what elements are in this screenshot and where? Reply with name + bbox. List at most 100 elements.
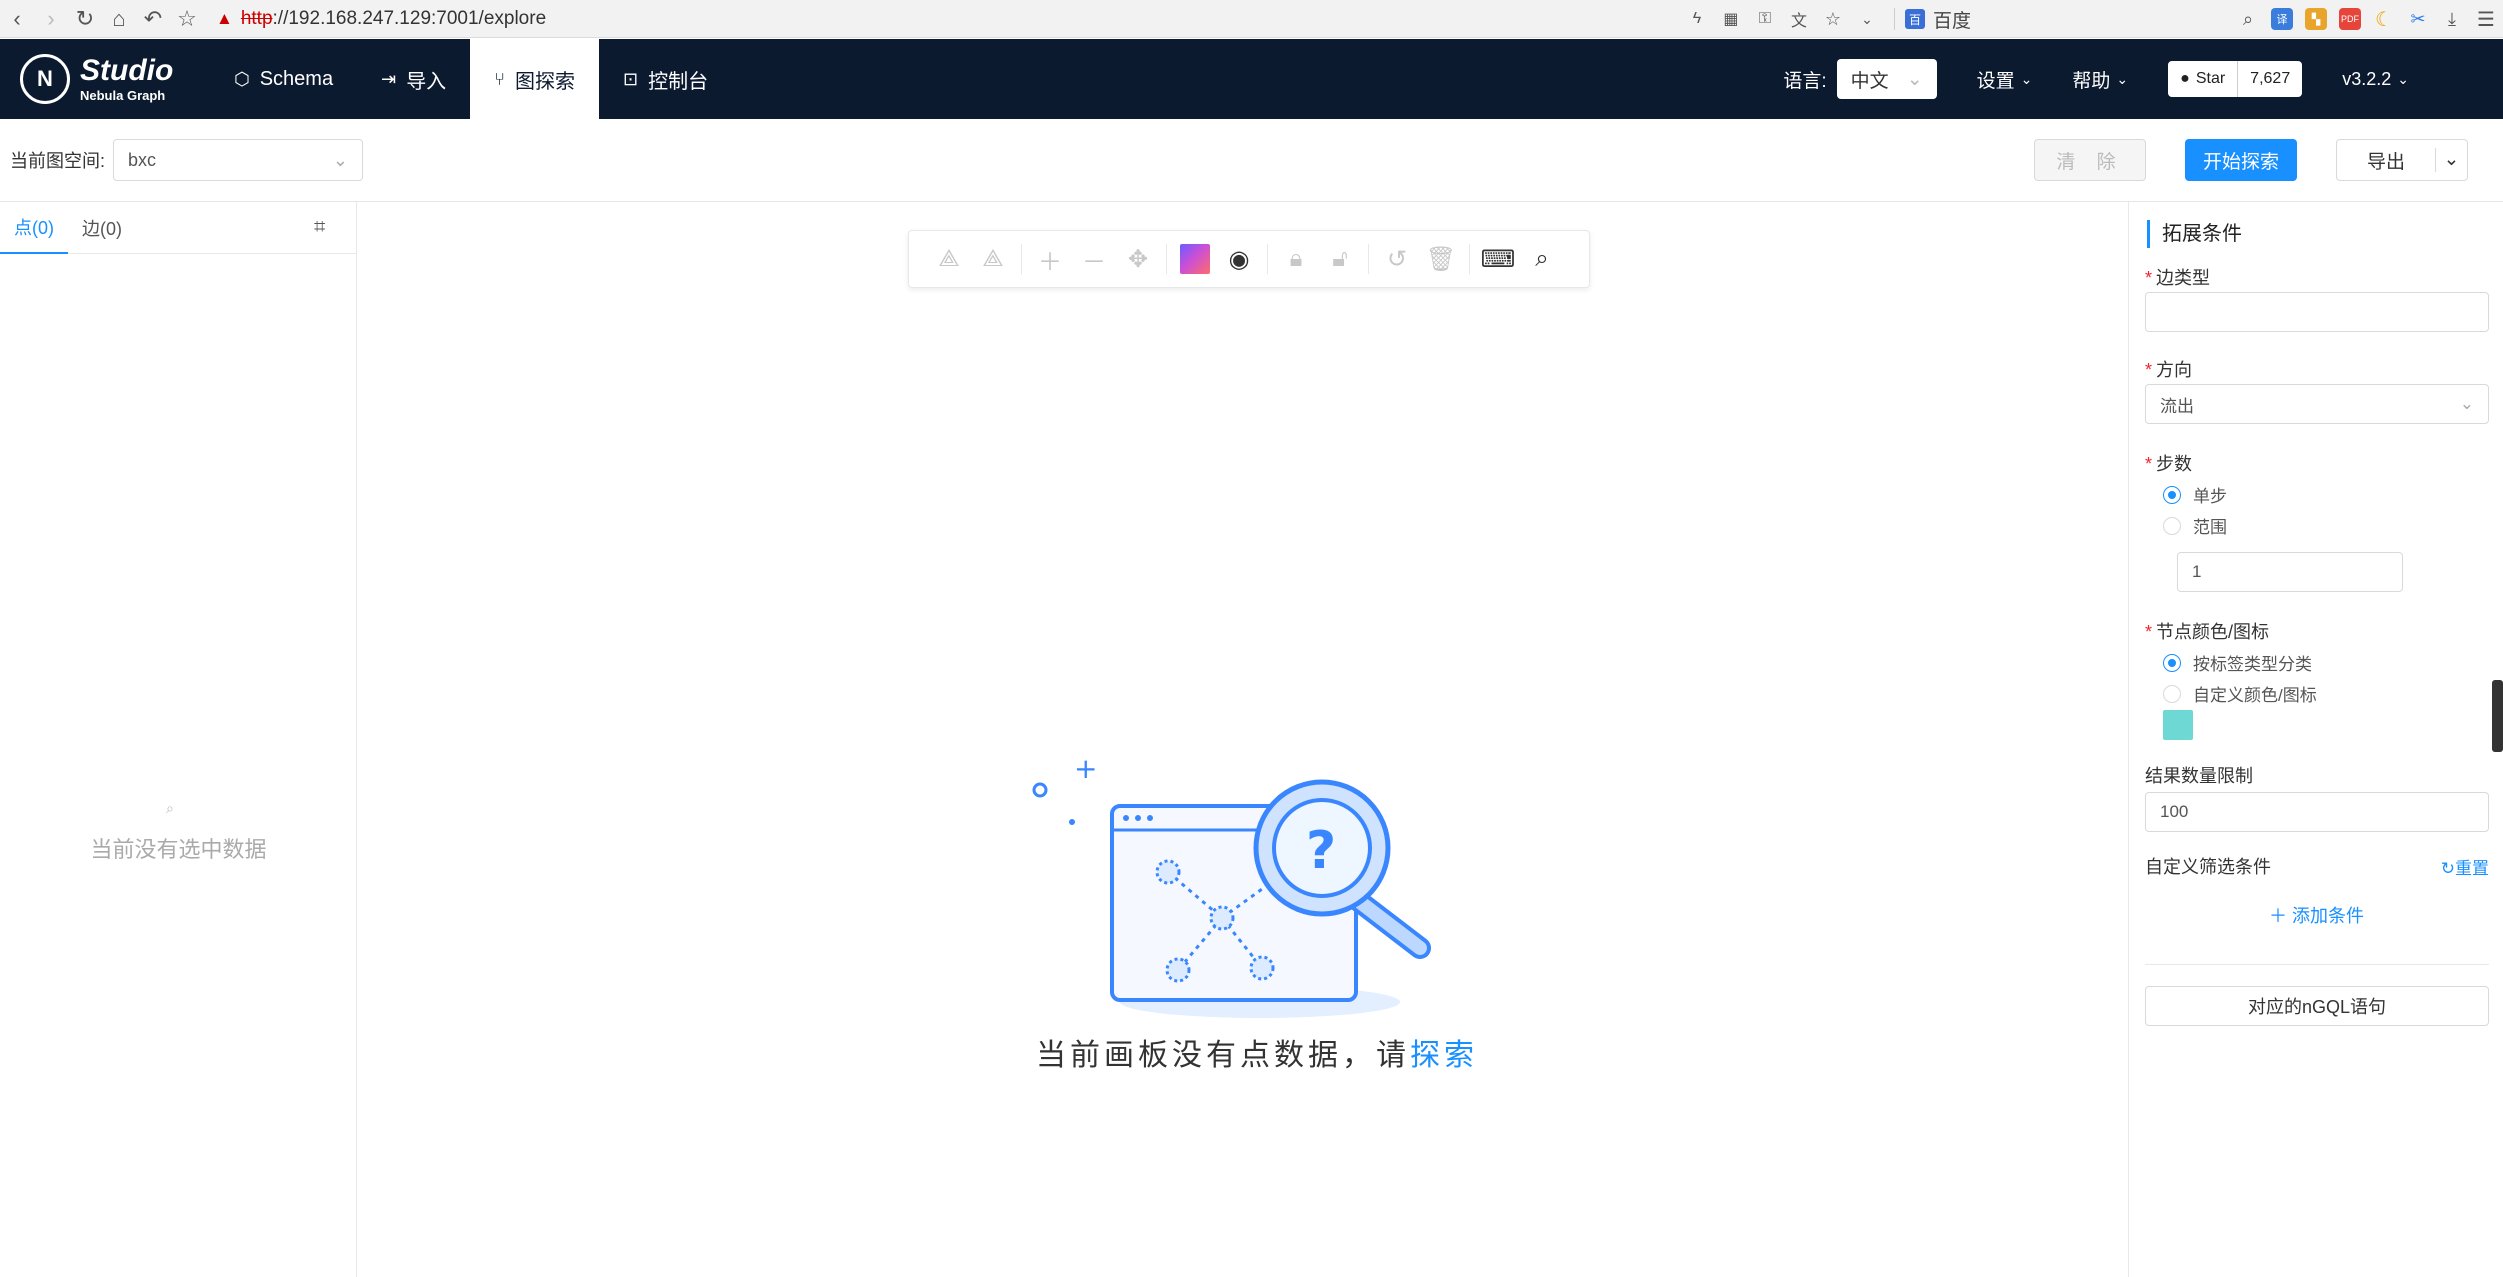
search-engine[interactable]: 百 百度 (1904, 6, 1971, 33)
export-button[interactable]: 导出 ⌄ (2336, 139, 2468, 181)
add-condition-button[interactable]: ＋ 添加条件 (2129, 902, 2503, 928)
home-icon[interactable]: ⌂ (102, 2, 136, 36)
space-select[interactable]: bxc ⌄ (113, 139, 364, 181)
version-menu[interactable]: v3.2.2 ⌄ (2342, 69, 2409, 90)
direction-value: 流出 (2160, 396, 2194, 416)
move-icon[interactable]: ✥ (1116, 237, 1160, 281)
selection-panel: 点(0) 边(0) ⌗ ⌕ 当前没有选中数据 (0, 202, 357, 1277)
search-icon[interactable]: ⌕ (2231, 2, 2265, 36)
empty-canvas-message: 当前画板没有点数据，请探索 (1036, 1030, 1478, 1074)
help-menu[interactable]: 帮助 ⌄ (2072, 66, 2128, 93)
chevron-down-icon: ⌄ (2397, 70, 2409, 87)
nebula-logo-icon: N (20, 54, 70, 104)
browser-toolbar: ‹ › ↻ ⌂ ↶ ☆ ▲ http ://192.168.247.129:70… (0, 0, 2503, 38)
undo-icon[interactable]: ↶ (136, 2, 170, 36)
color-custom-radio[interactable]: 自定义颜色/图标 (2163, 681, 2317, 706)
logo-subtitle: Nebula Graph (80, 88, 166, 103)
url-scheme: http (240, 7, 273, 29)
color-swatch[interactable] (2163, 710, 2193, 740)
undo-icon[interactable]: ↺ (1375, 237, 1419, 281)
scrollbar-handle[interactable] (2492, 680, 2503, 752)
chevron-down-icon[interactable]: ⌄ (1850, 2, 1884, 36)
fit-view-icon[interactable]: ⌗ (314, 216, 338, 240)
key-icon[interactable]: ⚿ (1748, 2, 1782, 36)
settings-menu[interactable]: 设置 ⌄ (1977, 66, 2033, 93)
nav-schema-label: Schema (259, 67, 334, 90)
reset-label: 重置 (2455, 859, 2489, 878)
reset-button[interactable]: ↻重置 (2441, 854, 2489, 879)
extension-pdf-icon[interactable]: PDF (2339, 8, 2361, 30)
unlock-icon[interactable]: 🔓︎ (1318, 237, 1362, 281)
expand-conditions-panel: 拓展条件 * 边类型 * 方向 流出 ⌄ * 步数 单步 范围 1 * 节点颜色/图标 … (2128, 202, 2503, 1277)
radio-button[interactable] (2163, 684, 2181, 703)
step-single-radio[interactable]: 单步 (2163, 482, 2227, 507)
translate-icon[interactable]: 文 (1782, 2, 1816, 36)
settings-label: 设置 (1976, 70, 2015, 92)
search-engine-label: 百度 (1932, 10, 1971, 32)
chevron-down-icon: ⌄ (332, 149, 349, 170)
url-rest: ://192.168.247.129:7001/explore (272, 7, 547, 29)
step-count-input[interactable]: 1 (2177, 552, 2403, 592)
nav-import-label: 导入 (406, 70, 447, 93)
logo-title: Studio (80, 54, 174, 87)
zoom-in-icon[interactable]: ＋ (1028, 237, 1072, 281)
start-explore-button[interactable]: 开始探索 (2185, 139, 2297, 181)
nav-explore[interactable]: ⑂ 图探索 (470, 39, 599, 119)
github-icon: ● (2180, 70, 2190, 87)
chevron-down-icon[interactable]: ⌄ (2435, 148, 2467, 172)
radio-button[interactable] (2163, 485, 2181, 504)
nav-import[interactable]: ⇥ 导入 (357, 39, 470, 119)
result-limit-input[interactable]: 100 (2145, 792, 2489, 832)
clear-button[interactable]: 清 除 (2034, 139, 2146, 181)
extension-scissors-icon[interactable]: ✂ (2407, 8, 2429, 30)
bookmark-star-icon[interactable]: ☆ (170, 2, 204, 36)
empty-canvas-illustration: + ? (1032, 752, 1431, 1018)
step-range-radio[interactable]: 范围 (2163, 513, 2227, 538)
ngql-statement-button[interactable]: 对应的nGQL语句 (2145, 986, 2489, 1026)
zoom-out-icon[interactable]: － (1072, 237, 1116, 281)
lightning-icon[interactable]: ϟ (1680, 2, 1714, 36)
direction-select[interactable]: 流出 ⌄ (2145, 384, 2489, 424)
color-by-tag-radio[interactable]: 按标签类型分类 (2163, 650, 2312, 675)
download-icon[interactable]: ⤓ (2435, 2, 2469, 36)
explore-link[interactable]: 探索 (1410, 1039, 1478, 1072)
canvas-toolbar: ⟁ ⟁ ＋ － ✥ ◉ 🔒︎ 🔓︎ ↺ 🗑︎ ⌨ ⌕ (908, 230, 1590, 288)
lock-icon[interactable]: 🔒︎ (1274, 237, 1318, 281)
nav-schema[interactable]: ⬡ Schema (210, 39, 357, 119)
favorite-icon[interactable]: ☆ (1816, 2, 1850, 36)
delete-icon[interactable]: 🗑︎ (1419, 237, 1463, 281)
keyboard-icon[interactable]: ⌨ (1476, 237, 1520, 281)
edge-type-select[interactable] (2145, 292, 2489, 332)
extension-moon-icon[interactable]: ☾ (2373, 8, 2395, 31)
menu-icon[interactable]: ☰ (2469, 2, 2503, 36)
back-icon[interactable]: ‹ (0, 2, 34, 36)
tab-nodes[interactable]: 点(0) (0, 202, 68, 254)
radio-button[interactable] (2163, 516, 2181, 535)
studio-logo[interactable]: N Studio Nebula Graph (0, 39, 210, 119)
nav-console[interactable]: ⊡ 控制台 (599, 39, 732, 119)
address-bar[interactable]: ▲ http ://192.168.247.129:7001/explore (216, 8, 546, 30)
nav-explore-label: 图探索 (515, 70, 575, 93)
search-icon[interactable]: ⌕ (1520, 237, 1564, 281)
reload-icon[interactable]: ↻ (68, 2, 102, 36)
github-star-count[interactable]: 7,627 (2238, 61, 2303, 97)
result-limit-label: 结果数量限制 (2145, 766, 2253, 786)
collapse-icon[interactable]: ⟁ (971, 237, 1015, 281)
extension-translate-icon[interactable]: 译 (2271, 8, 2293, 30)
qr-code-icon[interactable]: ▦ (1714, 2, 1748, 36)
divider (1368, 244, 1369, 274)
tab-edges[interactable]: 边(0) (68, 202, 136, 254)
radio-button[interactable] (2163, 653, 2181, 672)
magnifier-small-icon: ⌕ (166, 800, 174, 816)
result-limit-value: 100 (2160, 802, 2189, 821)
forward-icon[interactable]: › (34, 2, 68, 36)
github-star-button[interactable]: ● Star 7,627 (2168, 61, 2303, 97)
extension-apps-icon[interactable]: ▚ (2305, 8, 2327, 30)
show-hide-eye-icon[interactable]: ◉ (1217, 237, 1261, 281)
github-star-label: Star (2195, 70, 2226, 87)
language-select[interactable]: 中文 ⌄ (1836, 59, 1937, 99)
selection-tabs: 点(0) 边(0) ⌗ (0, 202, 356, 254)
divider (1469, 244, 1470, 274)
expand-icon[interactable]: ⟁ (927, 237, 971, 281)
color-picker-icon[interactable] (1173, 237, 1217, 281)
